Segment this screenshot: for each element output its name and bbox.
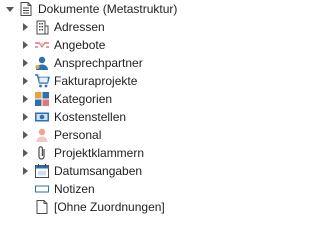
- chevron-right-icon[interactable]: [23, 113, 28, 121]
- paperclip-icon: [34, 145, 50, 161]
- chevron-right-icon[interactable]: [23, 149, 28, 157]
- tree-item-kostenstellen[interactable]: Kostenstellen: [0, 108, 267, 126]
- chevron-right-icon[interactable]: [23, 77, 28, 85]
- tree-root-node[interactable]: Dokumente (Metastruktur): [0, 0, 267, 18]
- chevron-right-icon[interactable]: [23, 131, 28, 139]
- chevron-right-icon[interactable]: [23, 59, 28, 67]
- chevron-down-icon[interactable]: [6, 7, 14, 12]
- person-icon: [34, 127, 50, 143]
- handshake-icon: [34, 37, 50, 53]
- tree-item-label: Fakturaprojekte: [54, 74, 138, 88]
- tree-item-notizen[interactable]: Notizen: [0, 180, 267, 198]
- tree-item-label: Adressen: [54, 20, 105, 34]
- tree-item-ansprechpartner[interactable]: Ansprechpartner: [0, 54, 267, 72]
- tree-item-personal[interactable]: Personal: [0, 126, 267, 144]
- tree-item-label: Datumsangaben: [54, 164, 143, 178]
- tree-item-adressen[interactable]: Adressen: [0, 18, 267, 36]
- tree-item-label: Angebote: [54, 38, 106, 52]
- no-assignment-icon: [34, 199, 50, 215]
- tree-item-ohne-zuordnungen[interactable]: [Ohne Zuordnungen]: [0, 198, 267, 216]
- chevron-right-icon[interactable]: [23, 23, 28, 31]
- note-icon: [34, 181, 50, 197]
- chevron-right-icon[interactable]: [23, 167, 28, 175]
- tree-item-angebote[interactable]: Angebote: [0, 36, 267, 54]
- tree-item-projektklammern[interactable]: Projektklammern: [0, 144, 267, 162]
- contact-person-icon: [34, 55, 50, 71]
- categories-icon: [34, 91, 50, 107]
- tree-item-label: Personal: [54, 128, 102, 142]
- tree-item-label: Projektklammern: [54, 146, 145, 160]
- tree-item-label: Ansprechpartner: [54, 56, 143, 70]
- tree-item-label: Notizen: [54, 182, 95, 196]
- tree-item-kategorien[interactable]: Kategorien: [0, 90, 267, 108]
- document-tree: Dokumente (Metastruktur) Adressen Angebo…: [0, 0, 267, 215]
- building-icon: [34, 19, 50, 35]
- tree-item-fakturaprojekte[interactable]: Fakturaprojekte: [0, 72, 267, 90]
- tree-item-label: Kategorien: [54, 92, 113, 106]
- calendar-icon: [34, 163, 50, 179]
- shopping-cart-icon: [34, 73, 50, 89]
- chevron-right-icon[interactable]: [23, 95, 28, 103]
- tree-item-datumsangaben[interactable]: Datumsangaben: [0, 162, 267, 180]
- document-icon: [18, 1, 34, 17]
- chevron-right-icon[interactable]: [23, 41, 28, 49]
- tree-item-label: Kostenstellen: [54, 110, 127, 124]
- tree-root-label: Dokumente (Metastruktur): [38, 2, 178, 16]
- money-icon: [34, 109, 50, 125]
- tree-item-label: [Ohne Zuordnungen]: [54, 200, 165, 214]
